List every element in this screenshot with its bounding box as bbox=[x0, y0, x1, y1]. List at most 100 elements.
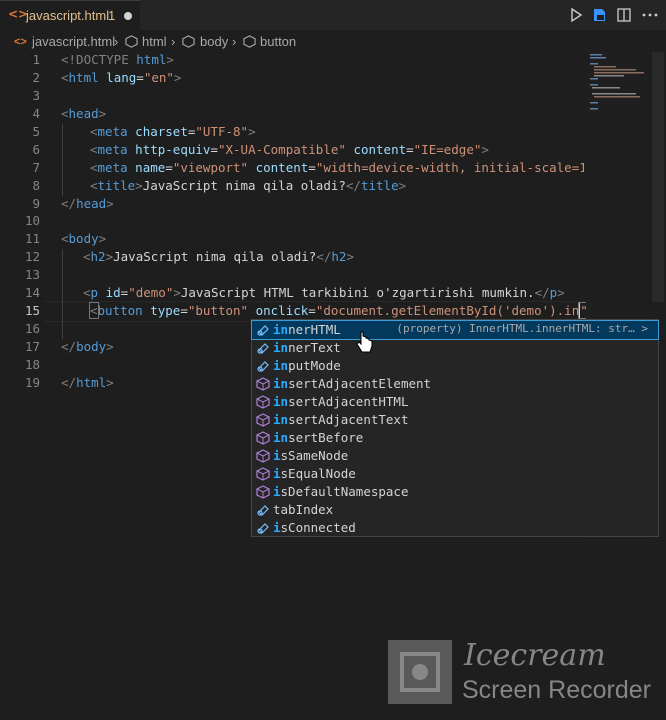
token: > bbox=[481, 142, 489, 157]
breadcrumb-item-body[interactable]: body bbox=[200, 34, 228, 49]
token: content bbox=[353, 142, 407, 157]
method-icon bbox=[256, 377, 270, 391]
token: body bbox=[68, 231, 99, 246]
line-number: 9 bbox=[32, 196, 40, 211]
token: "demo" bbox=[128, 285, 174, 300]
line-number: 2 bbox=[32, 70, 40, 85]
match-highlight: i bbox=[273, 484, 281, 499]
token: < bbox=[90, 160, 98, 175]
token: meta bbox=[97, 160, 128, 175]
property-icon bbox=[257, 361, 269, 372]
suggestion-item[interactable]: isSameNode bbox=[252, 447, 658, 465]
token: title bbox=[97, 178, 136, 193]
chevron-right-icon: › bbox=[114, 34, 119, 49]
token: "UTF-8" bbox=[195, 124, 249, 139]
tab-javascript-html[interactable]: <> javascript.html 1 bbox=[0, 0, 140, 30]
line-number: 8 bbox=[32, 178, 40, 193]
match-highlight: i bbox=[273, 448, 281, 463]
token: "width=device-width, initial-scale=1.0 bbox=[315, 160, 584, 175]
property-icon bbox=[257, 523, 269, 534]
breadcrumb: <> javascript.html › html › body › butto… bbox=[0, 30, 666, 52]
token: id bbox=[105, 285, 121, 300]
token: < bbox=[83, 285, 91, 300]
token: meta bbox=[97, 124, 128, 139]
token: > bbox=[166, 52, 174, 67]
token: < bbox=[61, 106, 69, 121]
line-number: 10 bbox=[24, 213, 40, 228]
suggestion-item[interactable]: isDefaultNamespace bbox=[252, 483, 658, 501]
suggestion-label: tabIndex bbox=[273, 502, 334, 517]
open-changes-icon[interactable] bbox=[590, 5, 610, 25]
watermark-title: Icecream bbox=[464, 638, 606, 673]
token: < bbox=[89, 302, 99, 319]
suggestion-label: insertAdjacentHTML bbox=[273, 394, 408, 409]
code-line-11: <body> bbox=[61, 231, 106, 246]
token: h2 bbox=[331, 249, 347, 264]
token: JavaScript nima qila oladi? bbox=[142, 178, 346, 193]
suggestion-item[interactable]: insertAdjacentText bbox=[252, 411, 658, 429]
chevron-right-icon: › bbox=[171, 34, 176, 49]
token: type bbox=[150, 303, 181, 318]
token: = bbox=[180, 303, 188, 318]
label-rest: nerText bbox=[288, 340, 341, 355]
token: > bbox=[557, 285, 565, 300]
code-line-7: <meta name="viewport" content="width=dev… bbox=[90, 160, 584, 175]
suggestion-item[interactable]: innerText bbox=[252, 339, 658, 357]
suggestion-item[interactable]: insertAdjacentHTML bbox=[252, 393, 658, 411]
chevron-right-icon: › bbox=[232, 34, 237, 49]
suggestion-item[interactable]: insertBefore bbox=[252, 429, 658, 447]
tab-problem-count: 1 bbox=[108, 8, 116, 23]
method-icon bbox=[256, 467, 270, 481]
suggestion-item[interactable]: isConnected bbox=[252, 519, 658, 537]
suggestion-label: insertAdjacentElement bbox=[273, 376, 431, 391]
token: > bbox=[98, 106, 107, 121]
suggestion-item[interactable]: tabIndex bbox=[252, 501, 658, 519]
line-number: 19 bbox=[24, 375, 40, 390]
code-line-2: <html lang="en"> bbox=[61, 70, 181, 85]
token: > bbox=[105, 249, 114, 264]
split-editor-icon[interactable] bbox=[614, 5, 634, 25]
tab-filename: javascript.html bbox=[26, 8, 110, 23]
breadcrumb-item-button[interactable]: button bbox=[260, 34, 296, 49]
suggestion-item[interactable]: insertAdjacentElement bbox=[252, 375, 658, 393]
breadcrumb-file[interactable]: javascript.html bbox=[32, 34, 115, 49]
match-highlight: in bbox=[273, 376, 289, 391]
line-number: 3 bbox=[32, 88, 40, 103]
unsaved-dot-icon[interactable] bbox=[124, 12, 132, 20]
token: <!DOCTYPE bbox=[61, 52, 137, 67]
token: < bbox=[83, 249, 91, 264]
suggestion-item[interactable]: innerHTML (property) InnerHTML.innerHTML… bbox=[251, 320, 659, 340]
label-rest: sertAdjacentHTML bbox=[288, 394, 409, 409]
code-line-17: </body> bbox=[61, 339, 114, 354]
match-highlight: in bbox=[273, 322, 289, 337]
vertical-scrollbar[interactable] bbox=[652, 52, 664, 302]
token: < bbox=[90, 142, 98, 157]
match-highlight: i bbox=[273, 520, 281, 535]
token: > bbox=[106, 375, 114, 390]
token: = bbox=[308, 160, 316, 175]
watermark-logo bbox=[388, 640, 452, 704]
token: p bbox=[90, 285, 99, 300]
breadcrumb-item-html[interactable]: html bbox=[142, 34, 167, 49]
suggestion-item[interactable]: inputMode bbox=[252, 357, 658, 375]
line-number: 11 bbox=[24, 231, 40, 246]
indent-guide bbox=[62, 249, 63, 339]
suggestion-item[interactable]: isEqualNode bbox=[252, 465, 658, 483]
label-rest: sEqualNode bbox=[280, 466, 356, 481]
line-number: 16 bbox=[24, 321, 40, 336]
token: </ bbox=[534, 285, 550, 300]
line-number: 1 bbox=[32, 52, 40, 67]
match-highlight: in bbox=[273, 412, 289, 427]
line-number: 12 bbox=[24, 249, 40, 264]
more-actions-icon[interactable] bbox=[640, 5, 660, 25]
suggestion-detail[interactable]: (property) InnerHTML.innerHTML: str… > bbox=[396, 322, 648, 335]
line-number: 6 bbox=[32, 142, 40, 157]
suggestion-label: isDefaultNamespace bbox=[273, 484, 408, 499]
element-icon bbox=[243, 35, 256, 48]
indent-guide bbox=[62, 124, 63, 196]
token: </ bbox=[345, 178, 361, 193]
method-icon bbox=[256, 413, 270, 427]
run-icon[interactable] bbox=[566, 5, 586, 25]
token: </ bbox=[61, 196, 77, 211]
